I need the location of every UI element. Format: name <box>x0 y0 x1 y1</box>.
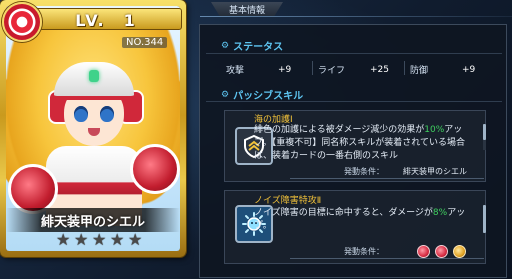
eye-left <box>74 106 88 122</box>
passive-divider <box>206 101 502 102</box>
skill-name-2: ノイズ障害特攻Ⅱ <box>254 196 322 206</box>
tab-underline <box>200 16 512 17</box>
star-icon: ★ <box>128 230 143 249</box>
gear-bullet-icon: ⚙ <box>221 89 230 100</box>
stat-value: +25 <box>370 64 389 75</box>
stat-value: +9 <box>462 64 476 75</box>
eye-right <box>100 106 114 122</box>
arm-orb-right <box>130 144 180 194</box>
skill-2-condition-rule <box>290 258 484 259</box>
gear-bullet-icon: ⚙ <box>221 40 230 51</box>
stat-defense: 防御 +9 <box>410 63 502 77</box>
passive-section-title: ⚙ パッシブスキル <box>221 87 304 103</box>
skill-desc-text: 緋色の加護による被ダメージ減少の効果が <box>254 125 425 135</box>
rarity-stars: ★ ★ ★ ★ ★ <box>56 232 144 248</box>
skill-1-condition-value: 緋天装甲のシエル <box>403 167 467 176</box>
skill-1-condition-rule <box>290 178 484 179</box>
skill-desc-percent: 8% <box>432 208 448 218</box>
stat-life: ライフ +25 <box>318 63 410 77</box>
mouth <box>88 128 100 136</box>
stat-label: ライフ <box>318 66 346 76</box>
stat-separator <box>404 61 405 75</box>
star-icon: ★ <box>74 230 89 249</box>
condition-pip-red-icon <box>417 245 430 258</box>
stat-label: 防御 <box>410 66 429 76</box>
stats-row: 攻撃 +9 ライフ +25 防御 +9 <box>226 63 502 77</box>
skill-desc-1: 緋色の加護による被ダメージ減少の効果が10%アップ。【重複不可】同名称スキルが装… <box>254 124 476 163</box>
status-section-title: ⚙ ステータス <box>221 38 284 54</box>
star-icon: ★ <box>56 230 71 249</box>
level-label: LV. 1 <box>75 11 137 30</box>
card-name: 緋天装甲のシエル <box>40 214 145 230</box>
stat-label: 攻撃 <box>226 66 245 76</box>
condition-pip-gold-icon <box>453 245 466 258</box>
star-icon: ★ <box>110 230 125 249</box>
skill-desc-percent: 10% <box>424 125 445 135</box>
attribute-emblem-icon <box>2 2 42 42</box>
skill-2-scroll-thumb[interactable] <box>483 205 486 233</box>
stat-value: +9 <box>278 64 292 75</box>
stat-separator <box>312 61 313 75</box>
skill-1-condition-label: 発動条件： <box>344 167 384 176</box>
card-number: NO.344 <box>122 37 168 48</box>
arm-orb-left <box>8 164 58 214</box>
star-icon: ★ <box>92 230 107 249</box>
card-name-plate: 緋天装甲のシエル <box>6 208 180 232</box>
status-title-text: ステータス <box>233 42 284 53</box>
passive-title-text: パッシブスキル <box>233 91 304 102</box>
tab-basic-info[interactable]: 基本情報 <box>211 2 283 16</box>
skill-2-condition-label: 発動条件： <box>344 247 384 256</box>
helmet-gem <box>89 70 99 82</box>
condition-pip-red-icon <box>435 245 448 258</box>
level-bar: LV. 1 <box>30 8 182 30</box>
skill-1-scroll-thumb[interactable] <box>483 124 486 140</box>
stat-attack: 攻撃 +9 <box>226 63 318 77</box>
character-card[interactable]: LV. 1 NO.344 緋天装甲のシエル ★ ★ ★ ★ ★ <box>0 0 186 257</box>
skill-desc-2: ノイズ障害の目標に命中すると、ダメージが8%アップ。 <box>254 207 476 233</box>
status-divider <box>206 53 502 54</box>
skill-desc-text: ノイズ障害の目標に命中すると、ダメージが <box>254 208 433 218</box>
